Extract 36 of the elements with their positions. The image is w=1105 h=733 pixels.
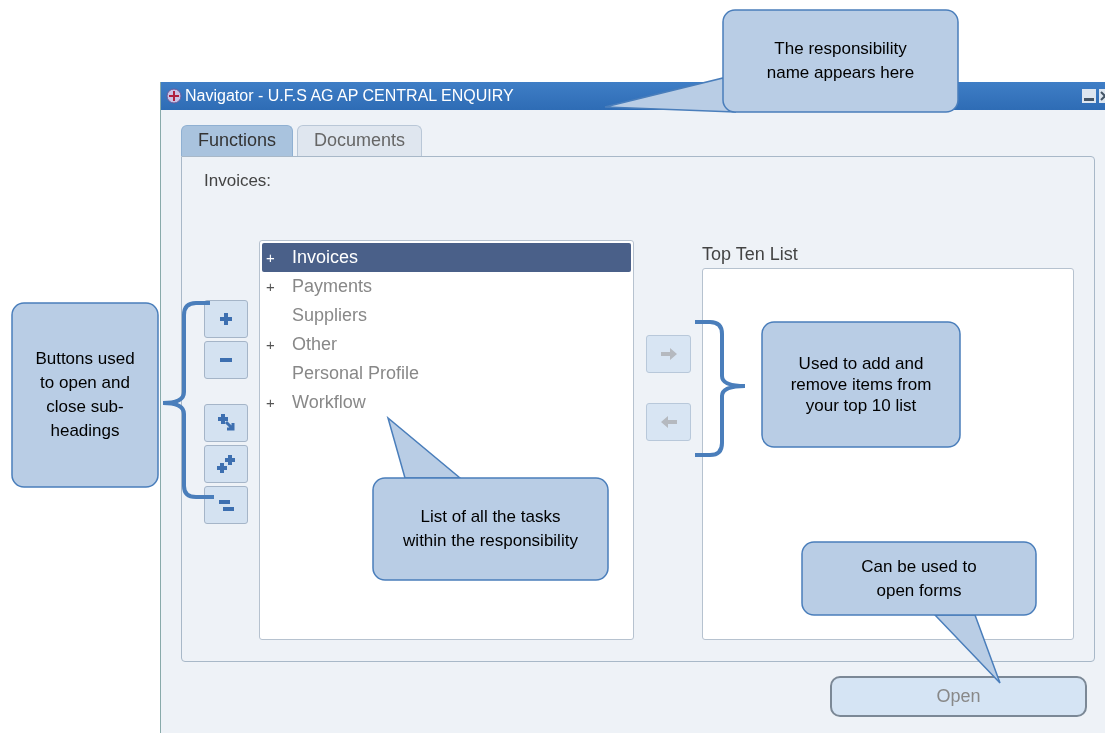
callout-text: List of all the tasks within the responsibility bbox=[402, 506, 579, 552]
list-label: Top Ten List bbox=[702, 242, 799, 266]
tab[interactable]: Functions bbox=[181, 125, 294, 156]
tree-item[interactable]: + Invoices bbox=[262, 243, 631, 272]
callout-text: Can be used to open forms bbox=[860, 555, 978, 602]
tree-item[interactable]: Personal Profile bbox=[262, 359, 631, 388]
tree-item-label: Personal Profile bbox=[292, 363, 420, 384]
expand-sign[interactable]: + bbox=[266, 278, 275, 295]
tree-item[interactable]: + Payments bbox=[262, 272, 631, 301]
path-label: Invoices: bbox=[204, 171, 273, 192]
tree-item[interactable]: + Other bbox=[262, 330, 631, 359]
callout-text: The responsibility name appears here bbox=[765, 38, 916, 84]
tree-button[interactable] bbox=[204, 300, 248, 338]
collapse-icon bbox=[218, 357, 234, 363]
tree-item[interactable]: + Workflow bbox=[262, 388, 631, 417]
expand-branch-icon bbox=[215, 412, 237, 434]
tree-item-label: Suppliers bbox=[292, 305, 368, 326]
tree-button[interactable] bbox=[204, 486, 248, 524]
expand-all-icon bbox=[215, 453, 237, 475]
tree-button[interactable] bbox=[204, 341, 248, 379]
callout-text: Used to add and remove items from your top 10 list bbox=[790, 353, 932, 416]
expand-sign[interactable]: + bbox=[266, 394, 275, 411]
expand-sign[interactable]: + bbox=[266, 336, 275, 353]
tree-button[interactable] bbox=[204, 445, 248, 483]
app-icon bbox=[165, 88, 183, 104]
tab[interactable]: Documents bbox=[297, 125, 423, 156]
callout-text: Buttons used to open and close sub-headings bbox=[34, 348, 136, 442]
expand-sign[interactable]: + bbox=[266, 249, 275, 266]
minimize-icon[interactable] bbox=[1082, 89, 1096, 103]
tree-button[interactable] bbox=[204, 404, 248, 442]
tree-item[interactable]: Suppliers bbox=[262, 301, 631, 330]
window-title: Navigator - U.F.S AG AP CENTRAL ENQUIRY bbox=[185, 87, 515, 105]
tree-item-label: Payments bbox=[292, 276, 373, 297]
tree-item-label: Invoices bbox=[292, 247, 359, 268]
tree-item-label: Other bbox=[292, 334, 338, 355]
tree-item-label: Workflow bbox=[292, 392, 366, 413]
